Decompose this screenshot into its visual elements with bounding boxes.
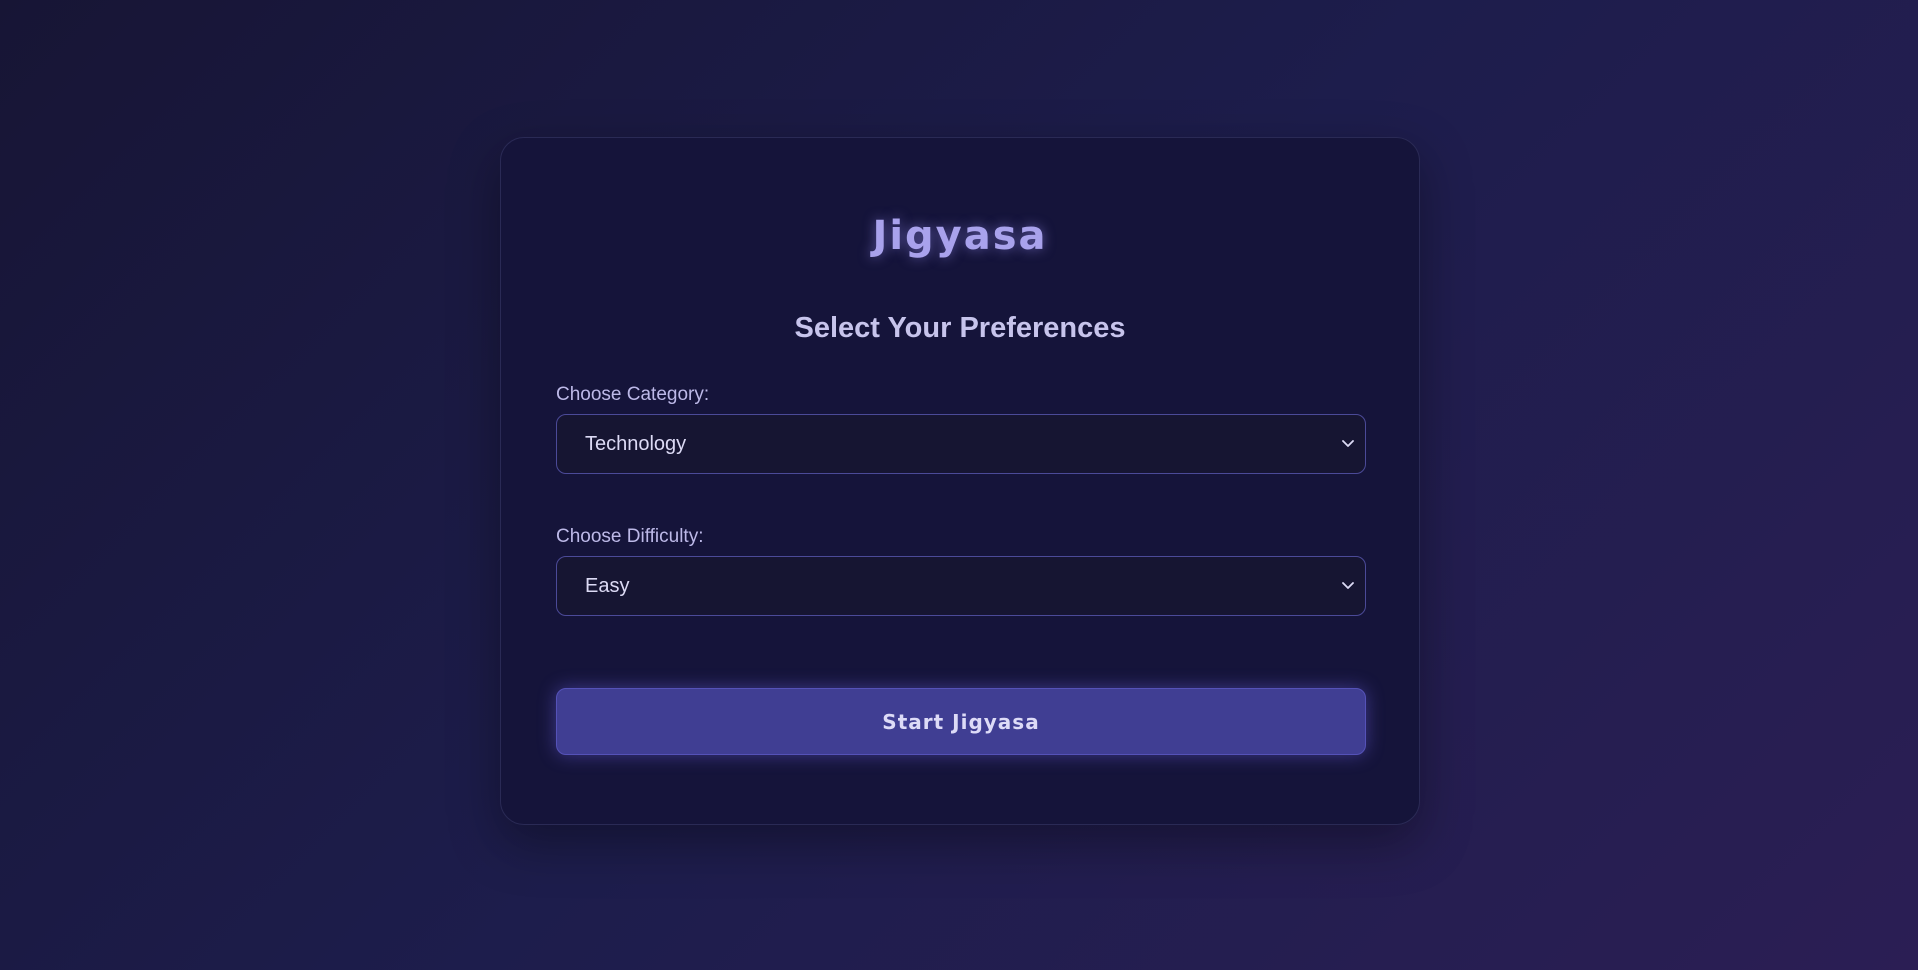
chevron-down-icon — [1341, 579, 1355, 593]
chevron-down-icon — [1341, 437, 1355, 451]
start-button[interactable]: Start Jigyasa — [556, 688, 1366, 755]
form-heading: Select Your Preferences — [794, 312, 1126, 344]
difficulty-selected-value: Easy — [585, 574, 630, 597]
category-label: Choose Category: — [556, 384, 710, 405]
difficulty-label: Choose Difficulty: — [556, 526, 704, 547]
app-title: Jigyasa — [872, 213, 1048, 259]
category-selected-value: Technology — [585, 432, 687, 455]
category-select[interactable]: Technology — [556, 414, 1366, 474]
preferences-card: Jigyasa Select Your Preferences Choose C… — [500, 137, 1420, 825]
difficulty-select[interactable]: Easy — [556, 556, 1366, 616]
